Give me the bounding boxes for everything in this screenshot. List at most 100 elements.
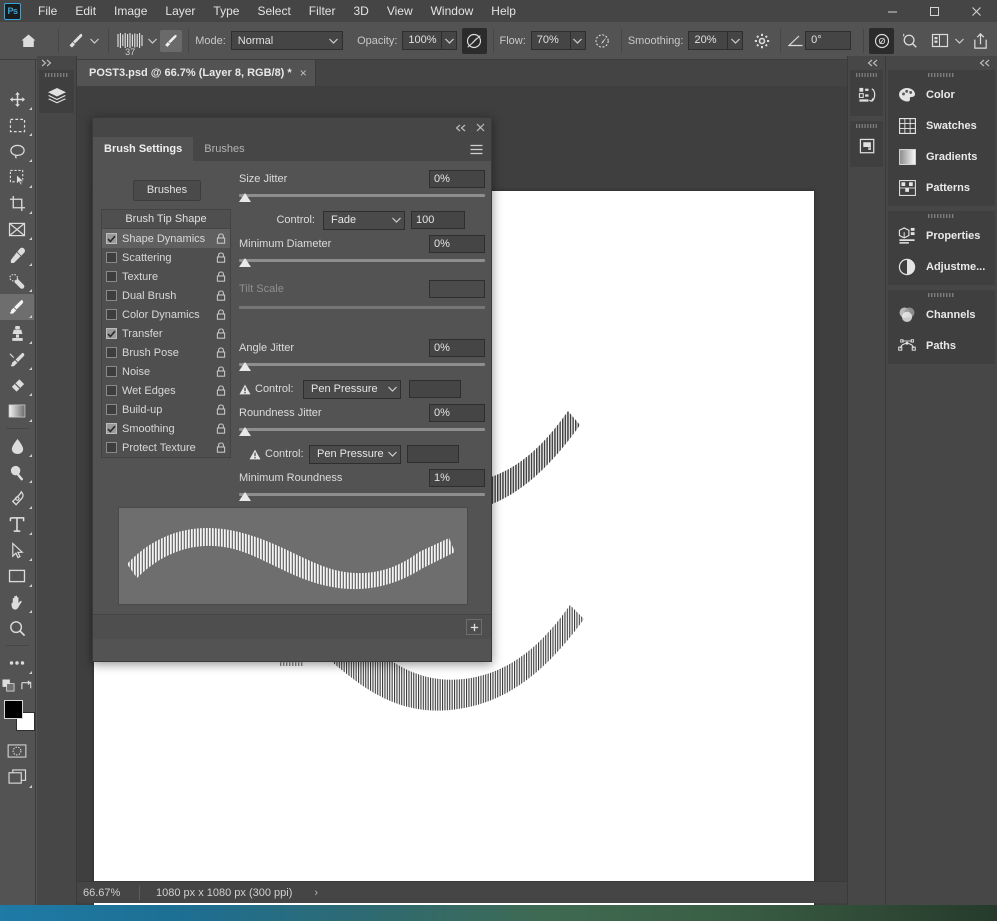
eraser-tool[interactable] <box>0 372 34 398</box>
foreground-color-swatch[interactable] <box>4 700 23 719</box>
lock-icon[interactable] <box>216 347 226 358</box>
minimize-button[interactable] <box>871 0 913 22</box>
default-colors-icon[interactable] <box>2 678 15 692</box>
opacity-input[interactable]: 100% <box>402 31 443 50</box>
brush-settings-icon[interactable] <box>159 29 183 52</box>
lock-icon[interactable] <box>216 328 226 339</box>
path-selection-tool[interactable] <box>0 537 34 563</box>
panel-button-adjustments[interactable]: Adjustme... <box>888 251 995 282</box>
size-jitter-slider[interactable] <box>239 190 485 204</box>
marquee-tool[interactable] <box>0 112 34 138</box>
pen-tool[interactable] <box>0 485 34 511</box>
flow-input[interactable]: 70% <box>530 31 571 50</box>
lock-icon[interactable] <box>216 366 226 377</box>
panel-button-paths[interactable]: Paths <box>888 330 995 361</box>
left-dock-expand-button[interactable] <box>37 56 76 70</box>
panel-resize-grip[interactable] <box>280 662 304 666</box>
maximize-button[interactable] <box>913 0 955 22</box>
option-protect-texture[interactable]: Protect Texture <box>102 438 230 457</box>
size-control-select[interactable]: Fade <box>323 210 405 230</box>
brush-tip-shape-item[interactable]: Brush Tip Shape <box>102 210 230 229</box>
panel-menu-icon[interactable] <box>470 144 483 155</box>
panel-button-swatches[interactable]: Swatches <box>888 110 995 141</box>
slider-thumb[interactable] <box>239 492 251 501</box>
move-tool[interactable] <box>0 86 34 112</box>
menu-view[interactable]: View <box>378 1 422 21</box>
brush-tip-thumbnail[interactable]: 37 <box>115 28 145 57</box>
checkbox-build-up[interactable] <box>106 404 117 415</box>
new-brush-icon[interactable] <box>466 619 482 635</box>
checkbox-transfer[interactable] <box>106 328 117 339</box>
option-shape-dynamics[interactable]: Shape Dynamics <box>102 229 230 248</box>
blur-tool[interactable] <box>0 433 34 459</box>
angle-input[interactable]: 0° <box>805 31 851 50</box>
close-icon[interactable] <box>476 123 485 132</box>
option-noise[interactable]: Noise <box>102 362 230 381</box>
menu-select[interactable]: Select <box>248 1 299 21</box>
minimum-roundness-slider[interactable] <box>239 489 485 503</box>
menu-file[interactable]: File <box>29 1 66 21</box>
roundness-jitter-slider[interactable] <box>239 424 485 438</box>
panel-grip[interactable] <box>39 70 74 79</box>
checkbox-color-dynamics[interactable] <box>106 309 117 320</box>
option-transfer[interactable]: Transfer <box>102 324 230 343</box>
type-tool[interactable] <box>0 511 34 537</box>
option-scattering[interactable]: Scattering <box>102 248 230 267</box>
home-icon[interactable] <box>16 28 40 54</box>
menu-image[interactable]: Image <box>105 1 156 21</box>
minimum-roundness-input[interactable]: 1% <box>429 469 485 487</box>
zoom-tool[interactable] <box>0 615 34 641</box>
edit-toolbar-button[interactable] <box>0 650 34 676</box>
checkbox-shape-dynamics[interactable] <box>106 233 117 244</box>
panel-button-channels[interactable]: Channels <box>888 299 995 330</box>
layers-panel-button[interactable] <box>39 79 75 113</box>
menu-type[interactable]: Type <box>204 1 248 21</box>
slider-thumb[interactable] <box>239 193 251 202</box>
slider-thumb[interactable] <box>239 362 251 371</box>
screen-mode-icon[interactable] <box>0 764 34 790</box>
brush-tip-chevron-down-icon[interactable] <box>145 28 160 54</box>
right-dock-collapse-button[interactable] <box>886 56 997 70</box>
panel-grip[interactable] <box>888 211 995 220</box>
panel-button-patterns[interactable]: Patterns <box>888 172 995 203</box>
panel-grip[interactable] <box>888 70 995 79</box>
smoothing-input[interactable]: 20% <box>688 31 729 50</box>
smoothing-chevron-down-icon[interactable] <box>728 31 744 50</box>
option-build-up[interactable]: Build-up <box>102 400 230 419</box>
menu-3d[interactable]: 3D <box>344 1 377 21</box>
checkbox-smoothing[interactable] <box>106 423 117 434</box>
notes-panel-button[interactable] <box>850 130 886 164</box>
angle-jitter-input[interactable]: 0% <box>429 339 485 357</box>
minimum-diameter-input[interactable]: 0% <box>429 235 485 253</box>
menu-edit[interactable]: Edit <box>66 1 105 21</box>
object-selection-tool[interactable] <box>0 164 34 190</box>
roundness-control-extra-input[interactable] <box>407 445 459 463</box>
option-wet-edges[interactable]: Wet Edges <box>102 381 230 400</box>
checkbox-protect-texture[interactable] <box>106 442 117 453</box>
pressure-size-icon[interactable] <box>869 27 894 54</box>
checkbox-dual-brush[interactable] <box>106 290 117 301</box>
close-icon[interactable]: × <box>300 66 307 80</box>
brushes-button[interactable]: Brushes <box>133 180 201 201</box>
right-narrow-dock-collapse-button[interactable] <box>848 56 885 70</box>
checkbox-wet-edges[interactable] <box>106 385 117 396</box>
panel-button-gradients[interactable]: Gradients <box>888 141 995 172</box>
flow-chevron-down-icon[interactable] <box>570 31 586 50</box>
hand-tool[interactable] <box>0 589 34 615</box>
checkbox-noise[interactable] <box>106 366 117 377</box>
angle-jitter-slider[interactable] <box>239 359 485 373</box>
status-expand-arrow[interactable]: › <box>300 887 318 899</box>
tab-brush-settings[interactable]: Brush Settings <box>93 137 194 161</box>
shape-tool[interactable] <box>0 563 34 589</box>
brush-settings-titlebar[interactable] <box>93 118 491 137</box>
angle-control-extra-input[interactable] <box>409 380 461 398</box>
minimum-diameter-slider[interactable] <box>239 255 485 269</box>
frame-tool[interactable] <box>0 216 34 242</box>
zoom-level[interactable]: 66.67% <box>77 887 139 899</box>
angle-icon[interactable] <box>787 28 806 54</box>
size-fade-steps-input[interactable]: 100 <box>411 211 465 229</box>
lock-icon[interactable] <box>216 290 226 301</box>
history-panel-button[interactable] <box>850 79 886 113</box>
lock-icon[interactable] <box>216 385 226 396</box>
brush-preset-chevron-down-icon[interactable] <box>87 28 102 54</box>
